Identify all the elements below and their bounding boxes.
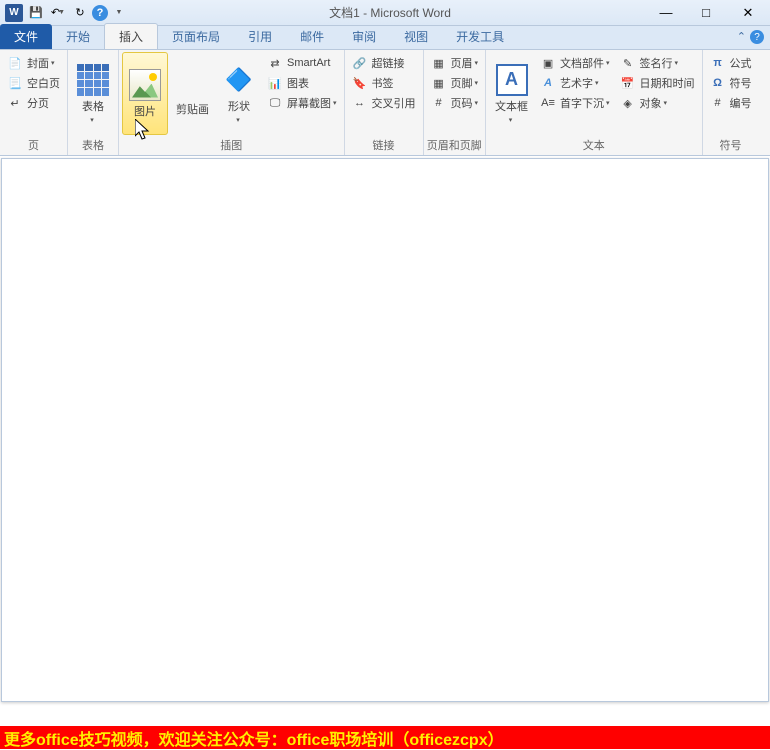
ribbon-help-controls: ⌃ ? <box>737 30 764 44</box>
tab-review[interactable]: 审阅 <box>338 24 390 49</box>
undo-button[interactable]: ↶▼ <box>48 3 68 23</box>
table-button[interactable]: 表格▾ <box>71 52 115 135</box>
bookmark-button[interactable]: 🔖书签 <box>350 74 418 92</box>
close-button[interactable]: ✕ <box>726 0 770 26</box>
cover-page-button[interactable]: 📄封面 ▾ <box>5 54 62 72</box>
ribbon-tabs: 文件 开始 插入 页面布局 引用 邮件 审阅 视图 开发工具 ⌃ ? <box>0 26 770 50</box>
screenshot-button[interactable]: 🖵屏幕截图 ▾ <box>265 94 339 112</box>
table-icon <box>77 64 109 96</box>
picture-button[interactable]: 图片 <box>122 52 168 135</box>
hyperlink-button[interactable]: 🔗超链接 <box>350 54 418 72</box>
pagenumber-icon: # <box>431 95 447 111</box>
tab-home[interactable]: 开始 <box>52 24 104 49</box>
blank-page-button[interactable]: 📃空白页 <box>5 74 62 92</box>
shapes-button[interactable]: 🔷 形状▾ <box>217 52 261 135</box>
ribbon: 📄封面 ▾ 📃空白页 ↵分页 页 表格▾ 表格 图片 剪贴画 <box>0 50 770 156</box>
textbox-button[interactable]: A 文本框▾ <box>489 52 534 135</box>
sigline-icon: ✎ <box>620 55 636 71</box>
group-illustrations-label: 插图 <box>122 135 341 155</box>
docparts-button[interactable]: ▣文档部件 ▾ <box>538 54 612 72</box>
symbol-icon: Ω <box>710 75 726 91</box>
group-tables-label: 表格 <box>71 135 115 155</box>
chart-button[interactable]: 📊图表 <box>265 74 339 92</box>
footer-icon: ▦ <box>431 75 447 91</box>
ribbon-minimize-icon[interactable]: ⌃ <box>737 30 746 44</box>
screenshot-icon: 🖵 <box>267 95 283 111</box>
number-icon: # <box>710 95 726 111</box>
clipart-button[interactable]: 剪贴画 <box>170 52 215 135</box>
hyperlink-icon: 🔗 <box>352 55 368 71</box>
tab-file[interactable]: 文件 <box>0 24 52 49</box>
qat-dropdown[interactable]: ▼ <box>110 3 130 23</box>
minimize-button[interactable]: — <box>646 0 686 26</box>
tab-insert[interactable]: 插入 <box>104 23 158 49</box>
datetime-icon: 📅 <box>620 75 636 91</box>
sigline-button[interactable]: ✎签名行 ▾ <box>618 54 697 72</box>
promo-banner: 更多office技巧视频，欢迎关注公众号：office职场培训（officezc… <box>0 726 770 749</box>
blank-page-icon: 📃 <box>7 75 23 91</box>
redo-button[interactable]: ↻ <box>70 3 90 23</box>
help-button[interactable]: ? <box>92 5 108 21</box>
maximize-button[interactable]: □ <box>686 0 726 26</box>
group-text-label: 文本 <box>489 135 699 155</box>
group-symbols: π公式 Ω符号 #编号 符号 <box>703 50 759 155</box>
tab-developer[interactable]: 开发工具 <box>442 24 518 49</box>
object-icon: ◈ <box>620 95 636 111</box>
smartart-icon: ⇄ <box>267 55 283 71</box>
docparts-icon: ▣ <box>540 55 556 71</box>
wordart-button[interactable]: A艺术字 ▾ <box>538 74 612 92</box>
group-pages: 📄封面 ▾ 📃空白页 ↵分页 页 <box>0 50 68 155</box>
equation-icon: π <box>710 55 726 71</box>
object-button[interactable]: ◈对象 ▾ <box>618 94 697 112</box>
symbol-button[interactable]: Ω符号 <box>708 74 754 92</box>
pagenumber-button[interactable]: #页码 ▾ <box>429 94 481 112</box>
group-links: 🔗超链接 🔖书签 ↔交叉引用 链接 <box>345 50 424 155</box>
equation-button[interactable]: π公式 <box>708 54 754 72</box>
clipart-icon <box>179 71 207 99</box>
tab-layout[interactable]: 页面布局 <box>158 24 234 49</box>
page-break-icon: ↵ <box>7 95 23 111</box>
textbox-icon: A <box>496 64 528 96</box>
quick-access-toolbar: W 💾 ↶▼ ↻ ? ▼ <box>0 3 134 23</box>
group-header-footer: ▦页眉 ▾ ▦页脚 ▾ #页码 ▾ 页眉和页脚 <box>424 50 487 155</box>
number-button[interactable]: #编号 <box>708 94 754 112</box>
dropcap-icon: A≡ <box>540 95 556 111</box>
chart-icon: 📊 <box>267 75 283 91</box>
window-controls: — □ ✕ <box>646 0 770 26</box>
page-break-button[interactable]: ↵分页 <box>5 94 62 112</box>
crossref-button[interactable]: ↔交叉引用 <box>350 94 418 112</box>
datetime-button[interactable]: 📅日期和时间 <box>618 74 697 92</box>
wordart-icon: A <box>540 75 556 91</box>
picture-icon <box>129 69 161 101</box>
dropcap-button[interactable]: A≡首字下沉 ▾ <box>538 94 612 112</box>
tab-view[interactable]: 视图 <box>390 24 442 49</box>
tab-mail[interactable]: 邮件 <box>286 24 338 49</box>
footer-button[interactable]: ▦页脚 ▾ <box>429 74 481 92</box>
bookmark-icon: 🔖 <box>352 75 368 91</box>
header-icon: ▦ <box>431 55 447 71</box>
save-button[interactable]: 💾 <box>26 3 46 23</box>
app-icon[interactable]: W <box>4 3 24 23</box>
cover-page-icon: 📄 <box>7 55 23 71</box>
document-area[interactable] <box>1 158 769 702</box>
group-tables: 表格▾ 表格 <box>68 50 119 155</box>
window-title: 文档1 - Microsoft Word <box>134 4 646 21</box>
tab-references[interactable]: 引用 <box>234 24 286 49</box>
shapes-icon: 🔷 <box>223 64 255 96</box>
group-links-label: 链接 <box>348 135 420 155</box>
group-pages-label: 页 <box>3 135 64 155</box>
smartart-button[interactable]: ⇄SmartArt <box>265 54 339 72</box>
group-symbols-label: 符号 <box>706 135 756 155</box>
group-illustrations: 图片 剪贴画 🔷 形状▾ ⇄SmartArt 📊图表 🖵屏幕截图 ▾ 插图 <box>119 50 345 155</box>
ribbon-help-icon[interactable]: ? <box>750 30 764 44</box>
header-button[interactable]: ▦页眉 ▾ <box>429 54 481 72</box>
crossref-icon: ↔ <box>352 95 368 111</box>
group-text: A 文本框▾ ▣文档部件 ▾ A艺术字 ▾ A≡首字下沉 ▾ ✎签名行 ▾ 📅日… <box>486 50 703 155</box>
group-header-footer-label: 页眉和页脚 <box>427 135 483 155</box>
